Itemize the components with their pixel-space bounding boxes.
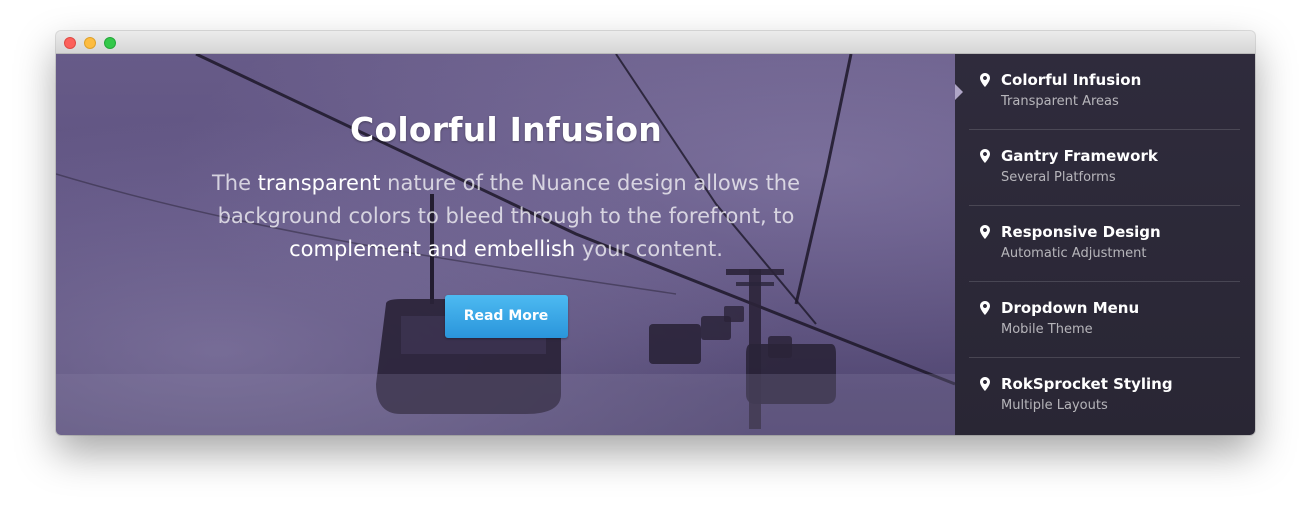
- hero-description-highlight: transparent: [257, 171, 381, 195]
- nav-item-gantry-framework[interactable]: Gantry Framework Several Platforms: [969, 130, 1240, 206]
- read-more-button[interactable]: Read More: [444, 295, 568, 338]
- nav-item-roksprocket-styling[interactable]: RokSprocket Styling Multiple Layouts: [969, 358, 1240, 434]
- active-slide-indicator-icon: [955, 84, 963, 100]
- hero-title: Colorful Infusion: [350, 110, 662, 149]
- hero-content: Colorful Infusion The transparent nature…: [156, 110, 856, 338]
- hero-slide: Colorful Infusion The transparent nature…: [56, 54, 955, 435]
- map-pin-icon: [980, 301, 990, 315]
- nav-item-title: Colorful Infusion: [1001, 71, 1142, 89]
- showcase-slider: Colorful Infusion The transparent nature…: [56, 54, 1255, 435]
- hero-description-text: The: [211, 171, 258, 195]
- map-pin-icon: [980, 149, 990, 163]
- nav-item-subtitle: Automatic Adjustment: [1001, 246, 1147, 261]
- nav-item-title: Responsive Design: [1001, 223, 1161, 241]
- maximize-window-button[interactable]: [104, 37, 116, 49]
- nav-item-subtitle: Mobile Theme: [1001, 322, 1093, 337]
- nav-item-colorful-infusion[interactable]: Colorful Infusion Transparent Areas: [969, 54, 1240, 130]
- nav-item-title: Gantry Framework: [1001, 147, 1158, 165]
- nav-item-subtitle: Several Platforms: [1001, 170, 1116, 185]
- minimize-window-button[interactable]: [84, 37, 96, 49]
- nav-item-subtitle: Multiple Layouts: [1001, 398, 1108, 413]
- nav-item-dropdown-menu[interactable]: Dropdown Menu Mobile Theme: [969, 282, 1240, 358]
- map-pin-icon: [980, 377, 990, 391]
- slide-navigation-list: Colorful Infusion Transparent Areas Gant…: [969, 54, 1240, 434]
- hero-description-text: your content.: [575, 237, 723, 261]
- nav-item-responsive-design[interactable]: Responsive Design Automatic Adjustment: [969, 206, 1240, 282]
- hero-description: The transparent nature of the Nuance des…: [156, 167, 856, 266]
- browser-window: Colorful Infusion The transparent nature…: [56, 31, 1255, 435]
- nav-item-subtitle: Transparent Areas: [1001, 94, 1119, 109]
- close-window-button[interactable]: [64, 37, 76, 49]
- hero-description-highlight: complement and embellish: [289, 237, 576, 261]
- title-bar: [56, 31, 1255, 54]
- map-pin-icon: [980, 225, 990, 239]
- nav-item-title: Dropdown Menu: [1001, 299, 1140, 317]
- map-pin-icon: [980, 73, 990, 87]
- nav-item-title: RokSprocket Styling: [1001, 375, 1173, 393]
- slide-navigation: Colorful Infusion Transparent Areas Gant…: [955, 54, 1255, 435]
